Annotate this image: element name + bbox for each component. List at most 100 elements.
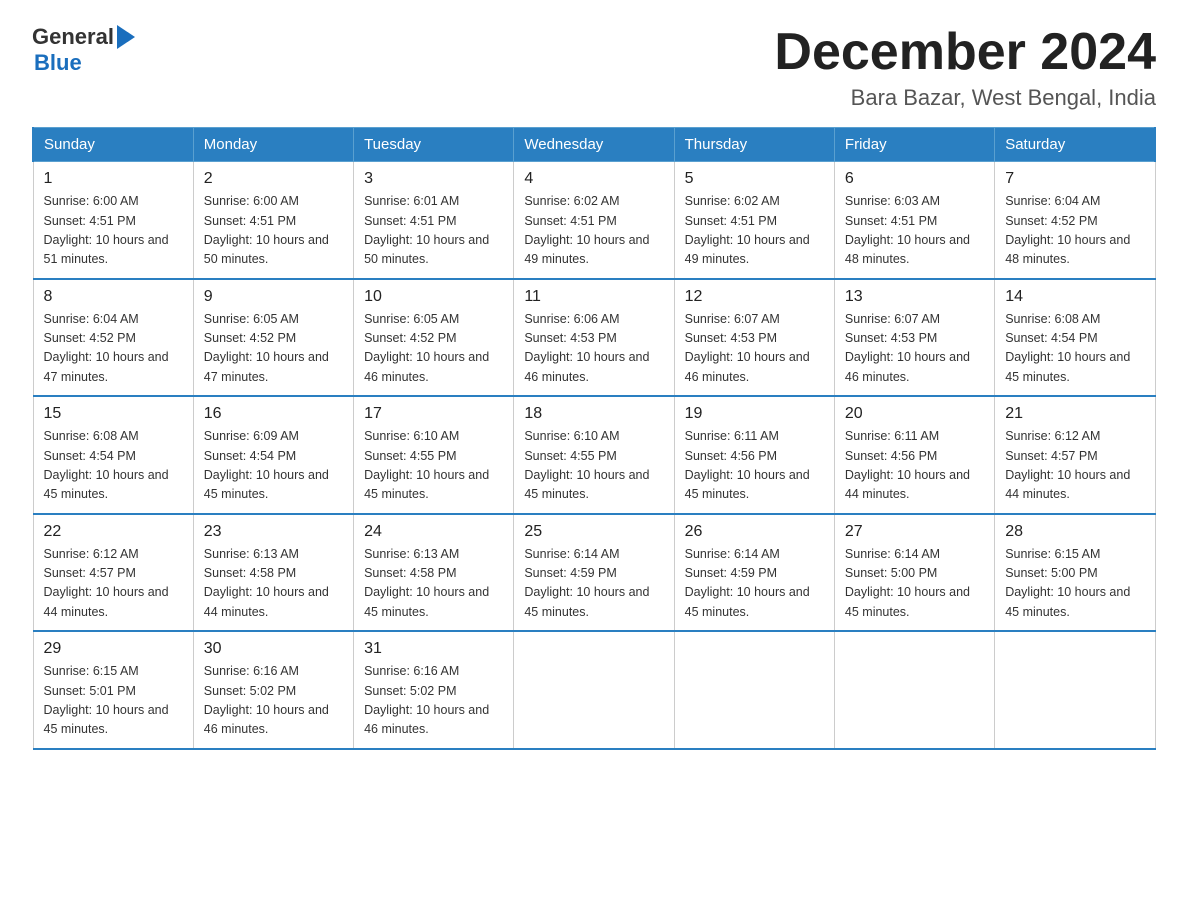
calendar-cell: 21 Sunrise: 6:12 AMSunset: 4:57 PMDayligh… [995,396,1155,514]
weekday-header-thursday: Thursday [674,128,834,162]
day-info: Sunrise: 6:05 AMSunset: 4:52 PMDaylight:… [204,310,343,388]
calendar-cell [514,631,674,749]
day-number: 23 [204,523,343,541]
calendar-cell: 17 Sunrise: 6:10 AMSunset: 4:55 PMDayligh… [354,396,514,514]
calendar-cell: 11 Sunrise: 6:06 AMSunset: 4:53 PMDayligh… [514,279,674,397]
day-info: Sunrise: 6:15 AMSunset: 5:01 PMDaylight:… [44,662,183,740]
weekday-header-sunday: Sunday [33,128,193,162]
day-number: 29 [44,640,183,658]
day-info: Sunrise: 6:07 AMSunset: 4:53 PMDaylight:… [685,310,824,388]
calendar-week-row: 22 Sunrise: 6:12 AMSunset: 4:57 PMDayligh… [33,514,1155,632]
calendar-cell: 26 Sunrise: 6:14 AMSunset: 4:59 PMDayligh… [674,514,834,632]
calendar-cell: 31Sunrise: 6:16 AMSunset: 5:02 PMDayligh… [354,631,514,749]
calendar-cell: 2 Sunrise: 6:00 AMSunset: 4:51 PMDaylight… [193,162,353,279]
calendar-cell [674,631,834,749]
calendar-cell: 6Sunrise: 6:03 AMSunset: 4:51 PMDaylight… [834,162,994,279]
day-number: 19 [685,405,824,423]
day-number: 2 [204,170,343,188]
weekday-header-monday: Monday [193,128,353,162]
calendar-cell: 10 Sunrise: 6:05 AMSunset: 4:52 PMDayligh… [354,279,514,397]
day-number: 15 [44,405,183,423]
day-info: Sunrise: 6:01 AMSunset: 4:51 PMDaylight:… [364,192,503,270]
day-number: 27 [845,523,984,541]
day-number: 1 [44,170,183,188]
day-number: 25 [524,523,663,541]
day-number: 14 [1005,288,1144,306]
calendar-cell: 13Sunrise: 6:07 AMSunset: 4:53 PMDayligh… [834,279,994,397]
month-year-title: December 2024 [774,24,1156,81]
day-info: Sunrise: 6:14 AMSunset: 5:00 PMDaylight:… [845,545,984,623]
weekday-header-wednesday: Wednesday [514,128,674,162]
day-number: 10 [364,288,503,306]
calendar-cell [995,631,1155,749]
day-info: Sunrise: 6:10 AMSunset: 4:55 PMDaylight:… [524,427,663,505]
day-number: 31 [364,640,503,658]
day-number: 17 [364,405,503,423]
day-number: 4 [524,170,663,188]
page-header: General Blue December 2024 Bara Bazar, W… [32,24,1156,111]
calendar-cell: 22 Sunrise: 6:12 AMSunset: 4:57 PMDayligh… [33,514,193,632]
calendar-cell: 28 Sunrise: 6:15 AMSunset: 5:00 PMDayligh… [995,514,1155,632]
calendar-cell: 20Sunrise: 6:11 AMSunset: 4:56 PMDayligh… [834,396,994,514]
day-info: Sunrise: 6:09 AMSunset: 4:54 PMDaylight:… [204,427,343,505]
calendar-week-row: 1 Sunrise: 6:00 AMSunset: 4:51 PMDaylight… [33,162,1155,279]
location-subtitle: Bara Bazar, West Bengal, India [774,85,1156,111]
day-info: Sunrise: 6:13 AMSunset: 4:58 PMDaylight:… [204,545,343,623]
day-number: 24 [364,523,503,541]
day-info: Sunrise: 6:04 AMSunset: 4:52 PMDaylight:… [1005,192,1144,270]
day-number: 16 [204,405,343,423]
day-info: Sunrise: 6:10 AMSunset: 4:55 PMDaylight:… [364,427,503,505]
day-number: 12 [685,288,824,306]
weekday-header-tuesday: Tuesday [354,128,514,162]
calendar-cell: 29 Sunrise: 6:15 AMSunset: 5:01 PMDayligh… [33,631,193,749]
day-number: 22 [44,523,183,541]
calendar-cell: 8 Sunrise: 6:04 AMSunset: 4:52 PMDaylight… [33,279,193,397]
weekday-header-row: SundayMondayTuesdayWednesdayThursdayFrid… [33,128,1155,162]
day-number: 20 [845,405,984,423]
logo-triangle-icon [117,25,135,49]
day-info: Sunrise: 6:14 AMSunset: 4:59 PMDaylight:… [524,545,663,623]
day-info: Sunrise: 6:12 AMSunset: 4:57 PMDaylight:… [1005,427,1144,505]
calendar-cell: 15 Sunrise: 6:08 AMSunset: 4:54 PMDayligh… [33,396,193,514]
calendar-cell: 25 Sunrise: 6:14 AMSunset: 4:59 PMDayligh… [514,514,674,632]
day-info: Sunrise: 6:08 AMSunset: 4:54 PMDaylight:… [1005,310,1144,388]
weekday-header-saturday: Saturday [995,128,1155,162]
calendar-cell: 12 Sunrise: 6:07 AMSunset: 4:53 PMDayligh… [674,279,834,397]
calendar-cell: 7Sunrise: 6:04 AMSunset: 4:52 PMDaylight… [995,162,1155,279]
calendar-cell: 5 Sunrise: 6:02 AMSunset: 4:51 PMDaylight… [674,162,834,279]
day-info: Sunrise: 6:04 AMSunset: 4:52 PMDaylight:… [44,310,183,388]
day-number: 18 [524,405,663,423]
calendar-cell: 14 Sunrise: 6:08 AMSunset: 4:54 PMDayligh… [995,279,1155,397]
day-number: 13 [845,288,984,306]
day-number: 5 [685,170,824,188]
day-info: Sunrise: 6:06 AMSunset: 4:53 PMDaylight:… [524,310,663,388]
calendar-week-row: 15 Sunrise: 6:08 AMSunset: 4:54 PMDayligh… [33,396,1155,514]
calendar-cell: 24Sunrise: 6:13 AMSunset: 4:58 PMDayligh… [354,514,514,632]
day-number: 30 [204,640,343,658]
day-number: 21 [1005,405,1144,423]
day-number: 6 [845,170,984,188]
day-number: 26 [685,523,824,541]
calendar-week-row: 8 Sunrise: 6:04 AMSunset: 4:52 PMDaylight… [33,279,1155,397]
day-number: 11 [524,288,663,306]
day-info: Sunrise: 6:15 AMSunset: 5:00 PMDaylight:… [1005,545,1144,623]
day-info: Sunrise: 6:05 AMSunset: 4:52 PMDaylight:… [364,310,503,388]
calendar-cell: 30 Sunrise: 6:16 AMSunset: 5:02 PMDayligh… [193,631,353,749]
day-info: Sunrise: 6:12 AMSunset: 4:57 PMDaylight:… [44,545,183,623]
logo: General Blue [32,24,135,76]
day-info: Sunrise: 6:00 AMSunset: 4:51 PMDaylight:… [204,192,343,270]
weekday-header-friday: Friday [834,128,994,162]
day-info: Sunrise: 6:08 AMSunset: 4:54 PMDaylight:… [44,427,183,505]
day-number: 8 [44,288,183,306]
day-info: Sunrise: 6:02 AMSunset: 4:51 PMDaylight:… [524,192,663,270]
calendar-cell: 1 Sunrise: 6:00 AMSunset: 4:51 PMDaylight… [33,162,193,279]
day-info: Sunrise: 6:11 AMSunset: 4:56 PMDaylight:… [685,427,824,505]
day-number: 3 [364,170,503,188]
day-info: Sunrise: 6:00 AMSunset: 4:51 PMDaylight:… [44,192,183,270]
calendar-cell: 27 Sunrise: 6:14 AMSunset: 5:00 PMDayligh… [834,514,994,632]
day-number: 28 [1005,523,1144,541]
day-info: Sunrise: 6:02 AMSunset: 4:51 PMDaylight:… [685,192,824,270]
day-info: Sunrise: 6:14 AMSunset: 4:59 PMDaylight:… [685,545,824,623]
day-info: Sunrise: 6:16 AMSunset: 5:02 PMDaylight:… [204,662,343,740]
calendar-cell: 19 Sunrise: 6:11 AMSunset: 4:56 PMDayligh… [674,396,834,514]
